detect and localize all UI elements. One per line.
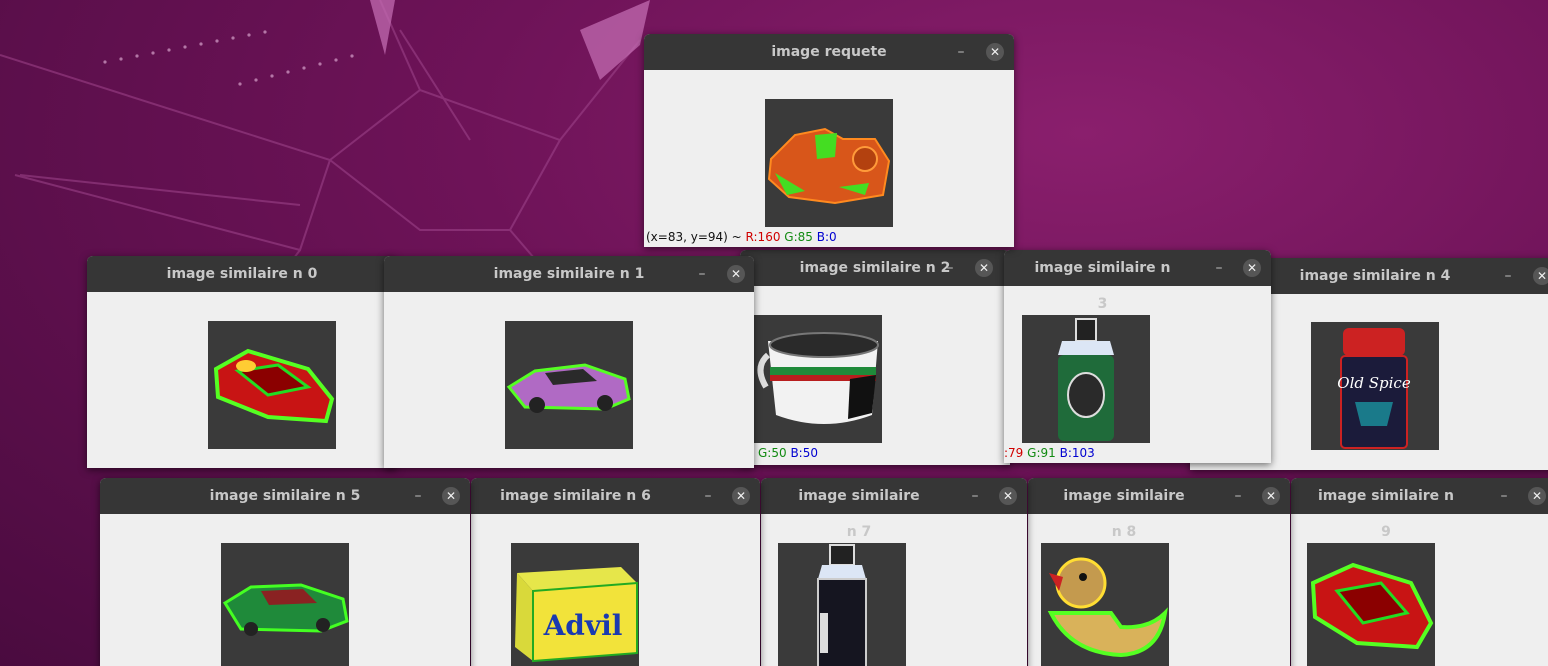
close-button[interactable]: ✕ — [727, 265, 745, 283]
titlebar[interactable]: image similaire n 5 – ✕ — [100, 478, 470, 514]
image-thumbnail[interactable] — [221, 543, 349, 666]
close-button[interactable]: ✕ — [975, 259, 993, 277]
titlebar[interactable]: image similaire n 2 – ✕ — [740, 250, 1010, 286]
minimize-button[interactable]: – — [951, 34, 971, 70]
window-similar-0[interactable]: image similaire n 0 — [87, 256, 397, 468]
minimize-button[interactable]: – — [408, 478, 428, 514]
image-thumbnail[interactable]: Advil — [511, 543, 639, 666]
close-button[interactable]: ✕ — [1533, 267, 1548, 285]
image-thumbnail[interactable] — [208, 321, 336, 449]
titlebar[interactable]: image similaire n 8 – ✕ — [1028, 478, 1290, 540]
close-button[interactable]: ✕ — [732, 487, 750, 505]
window-title: image similaire n 4 — [1299, 268, 1451, 284]
titlebar[interactable]: image similaire n 3 – ✕ — [1004, 250, 1271, 312]
duck-image — [1041, 543, 1169, 666]
minimize-button[interactable]: – — [698, 478, 718, 514]
window-similar-6[interactable]: image similaire n 6 – ✕ Advil — [471, 478, 760, 666]
status-green: G:85 — [784, 230, 813, 244]
car-image — [208, 321, 336, 449]
titlebar[interactable]: image similaire n 7 – ✕ — [761, 478, 1027, 540]
window-similar-5[interactable]: image similaire n 5 – ✕ — [100, 478, 470, 666]
window-title: image similaire n 3 — [1034, 260, 1171, 312]
image-thumbnail[interactable] — [1022, 315, 1150, 443]
titlebar[interactable]: image similaire n 6 – ✕ — [471, 478, 760, 514]
status-red: :79 — [1004, 446, 1024, 460]
window-title: image similaire n 6 — [500, 488, 651, 504]
product-label: Advil — [543, 609, 623, 642]
toy-car-image — [765, 99, 893, 227]
window-similar-9[interactable]: image similaire n 9 – ✕ — [1291, 478, 1548, 666]
status-blue: B:0 — [816, 230, 837, 244]
status-bar: :79 G:91 B:103 — [1004, 446, 1095, 460]
image-thumbnail[interactable]: Old Spice — [1311, 322, 1439, 450]
race-car-image — [505, 321, 633, 449]
titlebar[interactable]: image similaire n 0 — [87, 256, 397, 292]
status-red: R:160 — [745, 230, 781, 244]
window-title: image similaire n 8 — [1063, 488, 1185, 540]
close-button[interactable]: ✕ — [1243, 259, 1261, 277]
status-bar: (x=83, y=94) ~ R:160 G:85 B:0 — [646, 230, 837, 244]
window-similar-1[interactable]: image similaire n 1 – ✕ — [384, 256, 754, 468]
window-title: image similaire n 9 — [1317, 488, 1455, 540]
window-similar-8[interactable]: image similaire n 8 – ✕ — [1028, 478, 1290, 666]
window-similar-2[interactable]: image similaire n 2 – ✕ G:50 B:50 — [740, 250, 1010, 465]
close-button[interactable]: ✕ — [999, 487, 1017, 505]
advil-box-image: Advil — [511, 543, 639, 666]
image-thumbnail[interactable] — [778, 543, 906, 666]
minimize-button[interactable]: – — [1498, 258, 1518, 294]
window-similar-3[interactable]: image similaire n 3 – ✕ :79 G:91 B:103 — [1004, 250, 1271, 463]
titlebar[interactable]: image requete – ✕ — [644, 34, 1014, 70]
window-similar-7[interactable]: image similaire n 7 – ✕ — [761, 478, 1027, 666]
window-title: image similaire n 7 — [798, 488, 920, 540]
bottle-image — [1022, 315, 1150, 443]
minimize-button[interactable]: – — [1494, 478, 1514, 514]
status-green: G:91 — [1027, 446, 1056, 460]
green-car-image — [221, 543, 349, 666]
titlebar[interactable]: image similaire n 9 – ✕ — [1291, 478, 1548, 540]
minimize-button[interactable]: – — [1209, 250, 1229, 286]
product-label: Old Spice — [1337, 374, 1411, 392]
close-button[interactable]: ✕ — [442, 487, 460, 505]
desktop: image similaire n 0 image similaire n 2 … — [0, 0, 1548, 666]
status-blue: B:50 — [790, 446, 818, 460]
close-button[interactable]: ✕ — [1262, 487, 1280, 505]
car-image — [1307, 543, 1435, 666]
status-blue: B:103 — [1059, 446, 1095, 460]
close-button[interactable]: ✕ — [1528, 487, 1546, 505]
minimize-button[interactable]: – — [692, 256, 712, 292]
titlebar[interactable]: image similaire n 1 – ✕ — [384, 256, 754, 292]
minimize-button[interactable]: – — [940, 250, 960, 286]
status-coords: (x=83, y=94) ~ — [646, 230, 742, 244]
image-thumbnail[interactable] — [754, 315, 882, 443]
window-title: image similaire n 2 — [799, 260, 951, 276]
window-title: image similaire n 0 — [166, 266, 318, 282]
status-bar: G:50 B:50 — [758, 446, 818, 460]
image-thumbnail[interactable] — [505, 321, 633, 449]
image-thumbnail[interactable] — [1307, 543, 1435, 666]
window-query[interactable]: image requete – ✕ (x=83, y=94) ~ R:160 G… — [644, 34, 1014, 247]
deodorant-image: Old Spice — [1311, 322, 1439, 450]
close-button[interactable]: ✕ — [986, 43, 1004, 61]
minimize-button[interactable]: – — [1228, 478, 1248, 514]
status-green: G:50 — [758, 446, 787, 460]
minimize-button[interactable]: – — [965, 478, 985, 514]
image-thumbnail[interactable] — [1041, 543, 1169, 666]
bottle-image — [778, 543, 906, 666]
cup-image — [754, 315, 882, 443]
image-thumbnail[interactable] — [765, 99, 893, 227]
